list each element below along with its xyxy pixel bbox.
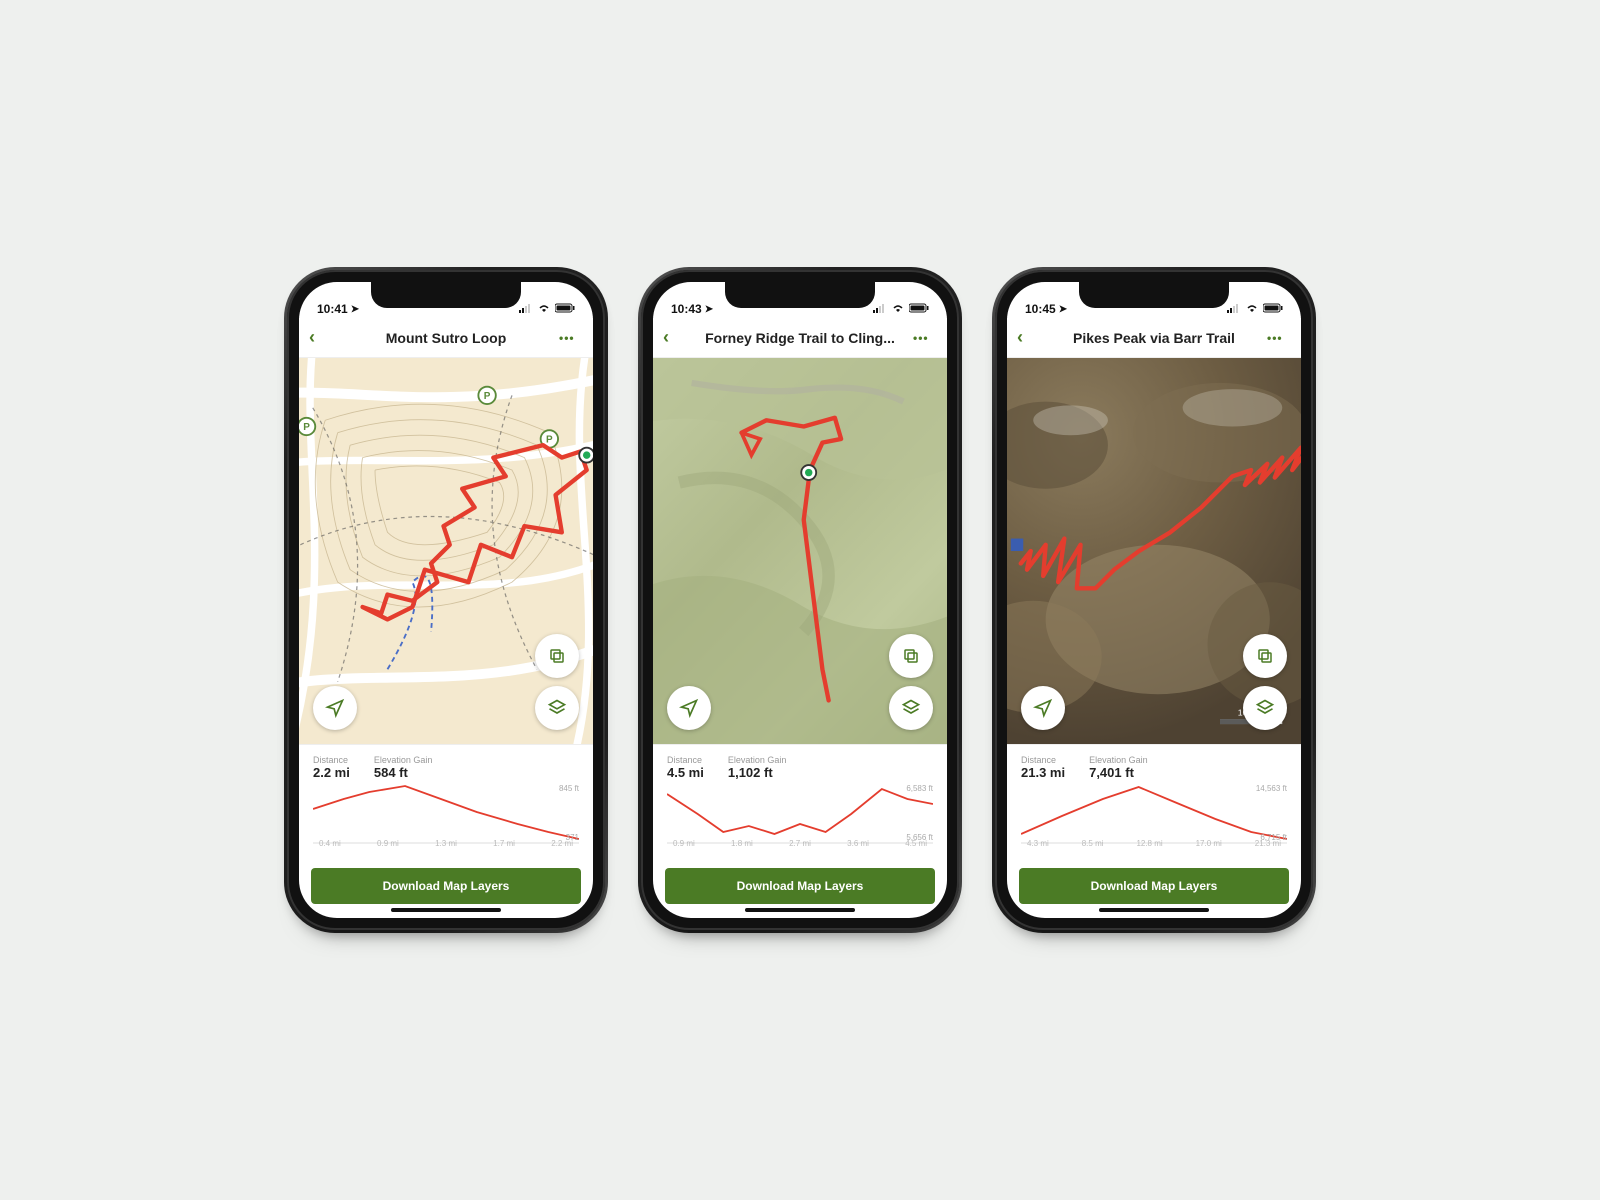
app-header: ‹ Forney Ridge Trail to Cling... ••• (653, 318, 947, 358)
locate-me-button[interactable] (667, 686, 711, 730)
download-map-button[interactable]: Download Map Layers (1019, 868, 1289, 904)
distance-value: 21.3 mi (1021, 765, 1065, 780)
device-notch (1079, 282, 1229, 308)
stats-panel: Distance 4.5 mi Elevation Gain 1,102 ft … (653, 744, 947, 862)
home-indicator (391, 908, 501, 912)
elevation-label: Elevation Gain (1089, 755, 1148, 765)
status-time: 10:45 (1025, 302, 1056, 316)
more-button[interactable]: ••• (559, 331, 583, 345)
elevation-min: 371 (566, 833, 579, 842)
page-title: Mount Sutro Loop (333, 330, 559, 346)
elevation-value: 584 ft (374, 765, 433, 780)
locate-me-button[interactable] (1021, 686, 1065, 730)
download-map-button[interactable]: Download Map Layers (311, 868, 581, 904)
back-button[interactable]: ‹ (663, 327, 687, 348)
svg-text:P: P (546, 435, 553, 446)
device-notch (371, 282, 521, 308)
elevation-max: 6,583 ft (906, 784, 933, 793)
elevation-label: Elevation Gain (374, 755, 433, 765)
battery-icon (909, 302, 929, 316)
signal-icon (519, 302, 533, 316)
home-indicator (1099, 908, 1209, 912)
location-services-icon: ➤ (705, 304, 713, 315)
locate-me-button[interactable] (313, 686, 357, 730)
home-indicator (745, 908, 855, 912)
back-button[interactable]: ‹ (309, 327, 333, 348)
elevation-max: 845 ft (559, 784, 579, 793)
download-map-button[interactable]: Download Map Layers (665, 868, 935, 904)
map-layers-button[interactable] (535, 686, 579, 730)
map-background-satellite: 1001 ft (1007, 358, 1301, 744)
status-time: 10:41 (317, 302, 348, 316)
elevation-max: 14,563 ft (1256, 784, 1287, 793)
location-services-icon: ➤ (351, 304, 359, 315)
more-button[interactable]: ••• (913, 331, 937, 345)
elevation-label: Elevation Gain (728, 755, 787, 765)
elevation-chart[interactable]: 6,583 ft 5,656 ft 0.9 mi1.8 mi2.7 mi3.6 … (667, 784, 933, 854)
signal-icon (1227, 302, 1241, 316)
app-header: ‹ Mount Sutro Loop ••• (299, 318, 593, 358)
distance-label: Distance (313, 755, 350, 765)
wifi-icon (891, 302, 905, 316)
stats-panel: Distance 21.3 mi Elevation Gain 7,401 ft… (1007, 744, 1301, 862)
map-area[interactable]: 1001 ft (1007, 358, 1301, 744)
device-notch (725, 282, 875, 308)
map-layers-button[interactable] (1243, 686, 1287, 730)
status-time: 10:43 (671, 302, 702, 316)
page-title: Forney Ridge Trail to Cling... (687, 330, 913, 346)
distance-label: Distance (667, 755, 704, 765)
elevation-chart[interactable]: 14,563 ft 6,715 ft 4.3 mi8.5 mi12.8 mi17… (1021, 784, 1287, 854)
app-screen: 10:41 ➤ ‹ Mount Sutro Loop ••• (299, 282, 593, 918)
back-button[interactable]: ‹ (1017, 327, 1041, 348)
phone-mockup: 10:45 ➤ ‹ Pikes Peak via Barr Trail ••• (995, 270, 1313, 930)
map-overlay-button[interactable] (889, 634, 933, 678)
signal-icon (873, 302, 887, 316)
app-screen: 10:43 ➤ ‹ Forney Ridge Trail to Cling...… (653, 282, 947, 918)
app-header: ‹ Pikes Peak via Barr Trail ••• (1007, 318, 1301, 358)
phone-mockup: 10:43 ➤ ‹ Forney Ridge Trail to Cling...… (641, 270, 959, 930)
more-button[interactable]: ••• (1267, 331, 1291, 345)
wifi-icon (1245, 302, 1259, 316)
distance-value: 2.2 mi (313, 765, 350, 780)
map-layers-button[interactable] (889, 686, 933, 730)
elevation-value: 7,401 ft (1089, 765, 1148, 780)
page-title: Pikes Peak via Barr Trail (1041, 330, 1267, 346)
map-area[interactable]: P P P P (299, 358, 593, 744)
svg-text:P: P (303, 422, 310, 433)
elevation-chart[interactable]: 845 ft 371 0.4 mi0.9 mi1.3 mi1.7 mi2.2 m… (313, 784, 579, 854)
location-services-icon: ➤ (1059, 304, 1067, 315)
distance-label: Distance (1021, 755, 1065, 765)
svg-text:P: P (484, 391, 491, 402)
map-overlay-button[interactable] (1243, 634, 1287, 678)
wifi-icon (537, 302, 551, 316)
app-screen: 10:45 ➤ ‹ Pikes Peak via Barr Trail ••• (1007, 282, 1301, 918)
elevation-value: 1,102 ft (728, 765, 787, 780)
elevation-min: 6,715 ft (1260, 833, 1287, 842)
map-overlay-button[interactable] (535, 634, 579, 678)
map-area[interactable] (653, 358, 947, 744)
phone-mockup: 10:41 ➤ ‹ Mount Sutro Loop ••• (287, 270, 605, 930)
map-background-terrain (653, 358, 947, 744)
battery-icon (555, 302, 575, 316)
map-background-topo: P P P P (299, 358, 593, 744)
stats-panel: Distance 2.2 mi Elevation Gain 584 ft 84… (299, 744, 593, 862)
distance-value: 4.5 mi (667, 765, 704, 780)
battery-icon (1263, 302, 1283, 316)
elevation-min: 5,656 ft (906, 833, 933, 842)
